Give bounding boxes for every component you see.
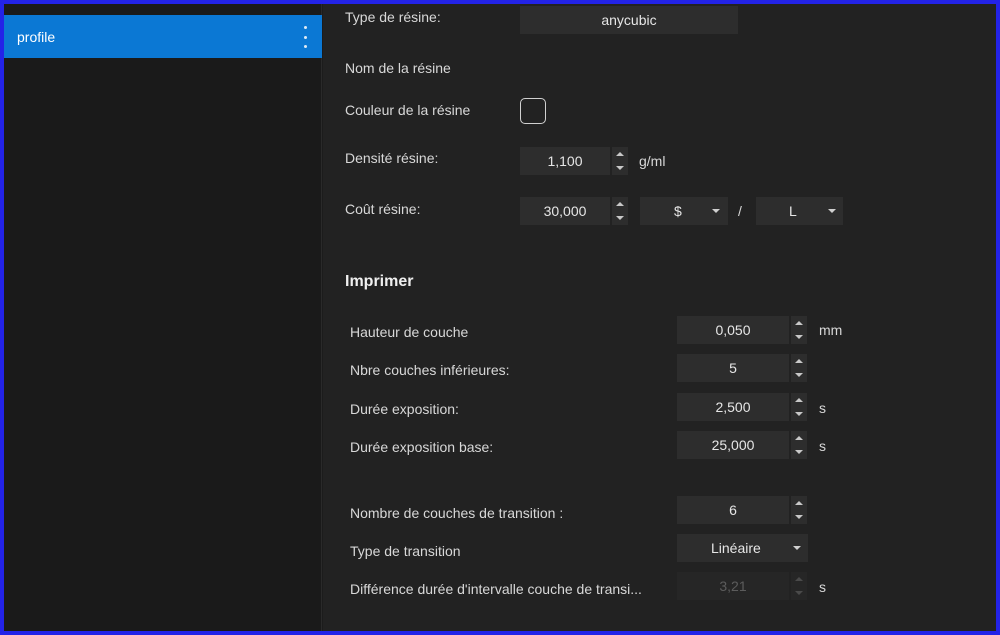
resin-name-label: Nom de la résine — [345, 60, 451, 76]
transition-type-label: Type de transition — [350, 543, 461, 559]
base-exposure-label: Durée exposition base: — [350, 439, 494, 455]
resin-cost-label: Coût résine: — [345, 201, 421, 217]
transition-layers-input[interactable]: 6 — [677, 496, 789, 524]
profile-label: profile — [17, 28, 56, 45]
resin-cost-stepper[interactable] — [612, 197, 628, 225]
settings-panel: Type de résine: anycubic Nom de la résin… — [323, 4, 996, 631]
bottom-layers-stepper[interactable] — [791, 354, 807, 382]
resin-type-label: Type de résine: — [345, 9, 441, 25]
volume-unit-value: L — [789, 203, 797, 219]
bottom-layers-label: Nbre couches inférieures: — [350, 362, 510, 378]
interval-diff-label: Différence durée d'intervalle couche de … — [350, 581, 642, 597]
exposure-label: Durée exposition: — [350, 401, 459, 417]
base-exposure-input[interactable]: 25,000 — [677, 431, 789, 459]
exposure-input[interactable]: 2,500 — [677, 393, 789, 421]
currency-value: $ — [674, 203, 682, 219]
transition-type-dropdown[interactable]: Linéaire — [677, 534, 808, 562]
interval-diff-unit: s — [819, 579, 826, 595]
currency-dropdown[interactable]: $ — [640, 197, 728, 225]
interval-diff-input: 3,21 — [677, 572, 789, 600]
base-exposure-unit: s — [819, 438, 826, 454]
more-options-icon[interactable] — [302, 26, 308, 48]
exposure-stepper[interactable] — [791, 393, 807, 421]
base-exposure-stepper[interactable] — [791, 431, 807, 459]
resin-density-stepper[interactable] — [612, 147, 628, 175]
transition-layers-label: Nombre de couches de transition : — [350, 505, 564, 521]
layer-height-input[interactable]: 0,050 — [677, 316, 789, 344]
resin-type-field[interactable]: anycubic — [520, 6, 738, 34]
resin-density-input[interactable]: 1,100 — [520, 147, 610, 175]
layer-height-stepper[interactable] — [791, 316, 807, 344]
app-window: profile Type de résine: anycubic Nom de … — [4, 4, 996, 631]
layer-height-unit: mm — [819, 322, 843, 338]
density-unit: g/ml — [639, 153, 666, 169]
interval-diff-stepper — [791, 572, 807, 600]
layer-height-label: Hauteur de couche — [350, 324, 469, 340]
sidebar-item-profile[interactable]: profile — [4, 15, 322, 58]
sidebar: profile — [4, 4, 322, 631]
chevron-down-icon — [793, 546, 801, 550]
chevron-down-icon — [828, 209, 836, 213]
exposure-unit: s — [819, 400, 826, 416]
bottom-layers-input[interactable]: 5 — [677, 354, 789, 382]
cost-separator: / — [738, 203, 742, 219]
resin-color-label: Couleur de la résine — [345, 102, 471, 118]
chevron-down-icon — [712, 209, 720, 213]
resin-density-label: Densité résine: — [345, 150, 439, 166]
volume-unit-dropdown[interactable]: L — [756, 197, 843, 225]
transition-type-value: Linéaire — [711, 540, 761, 556]
transition-layers-stepper[interactable] — [791, 496, 807, 524]
resin-color-swatch[interactable] — [520, 98, 546, 124]
print-section-heading: Imprimer — [345, 273, 414, 290]
resin-cost-input[interactable]: 30,000 — [520, 197, 610, 225]
